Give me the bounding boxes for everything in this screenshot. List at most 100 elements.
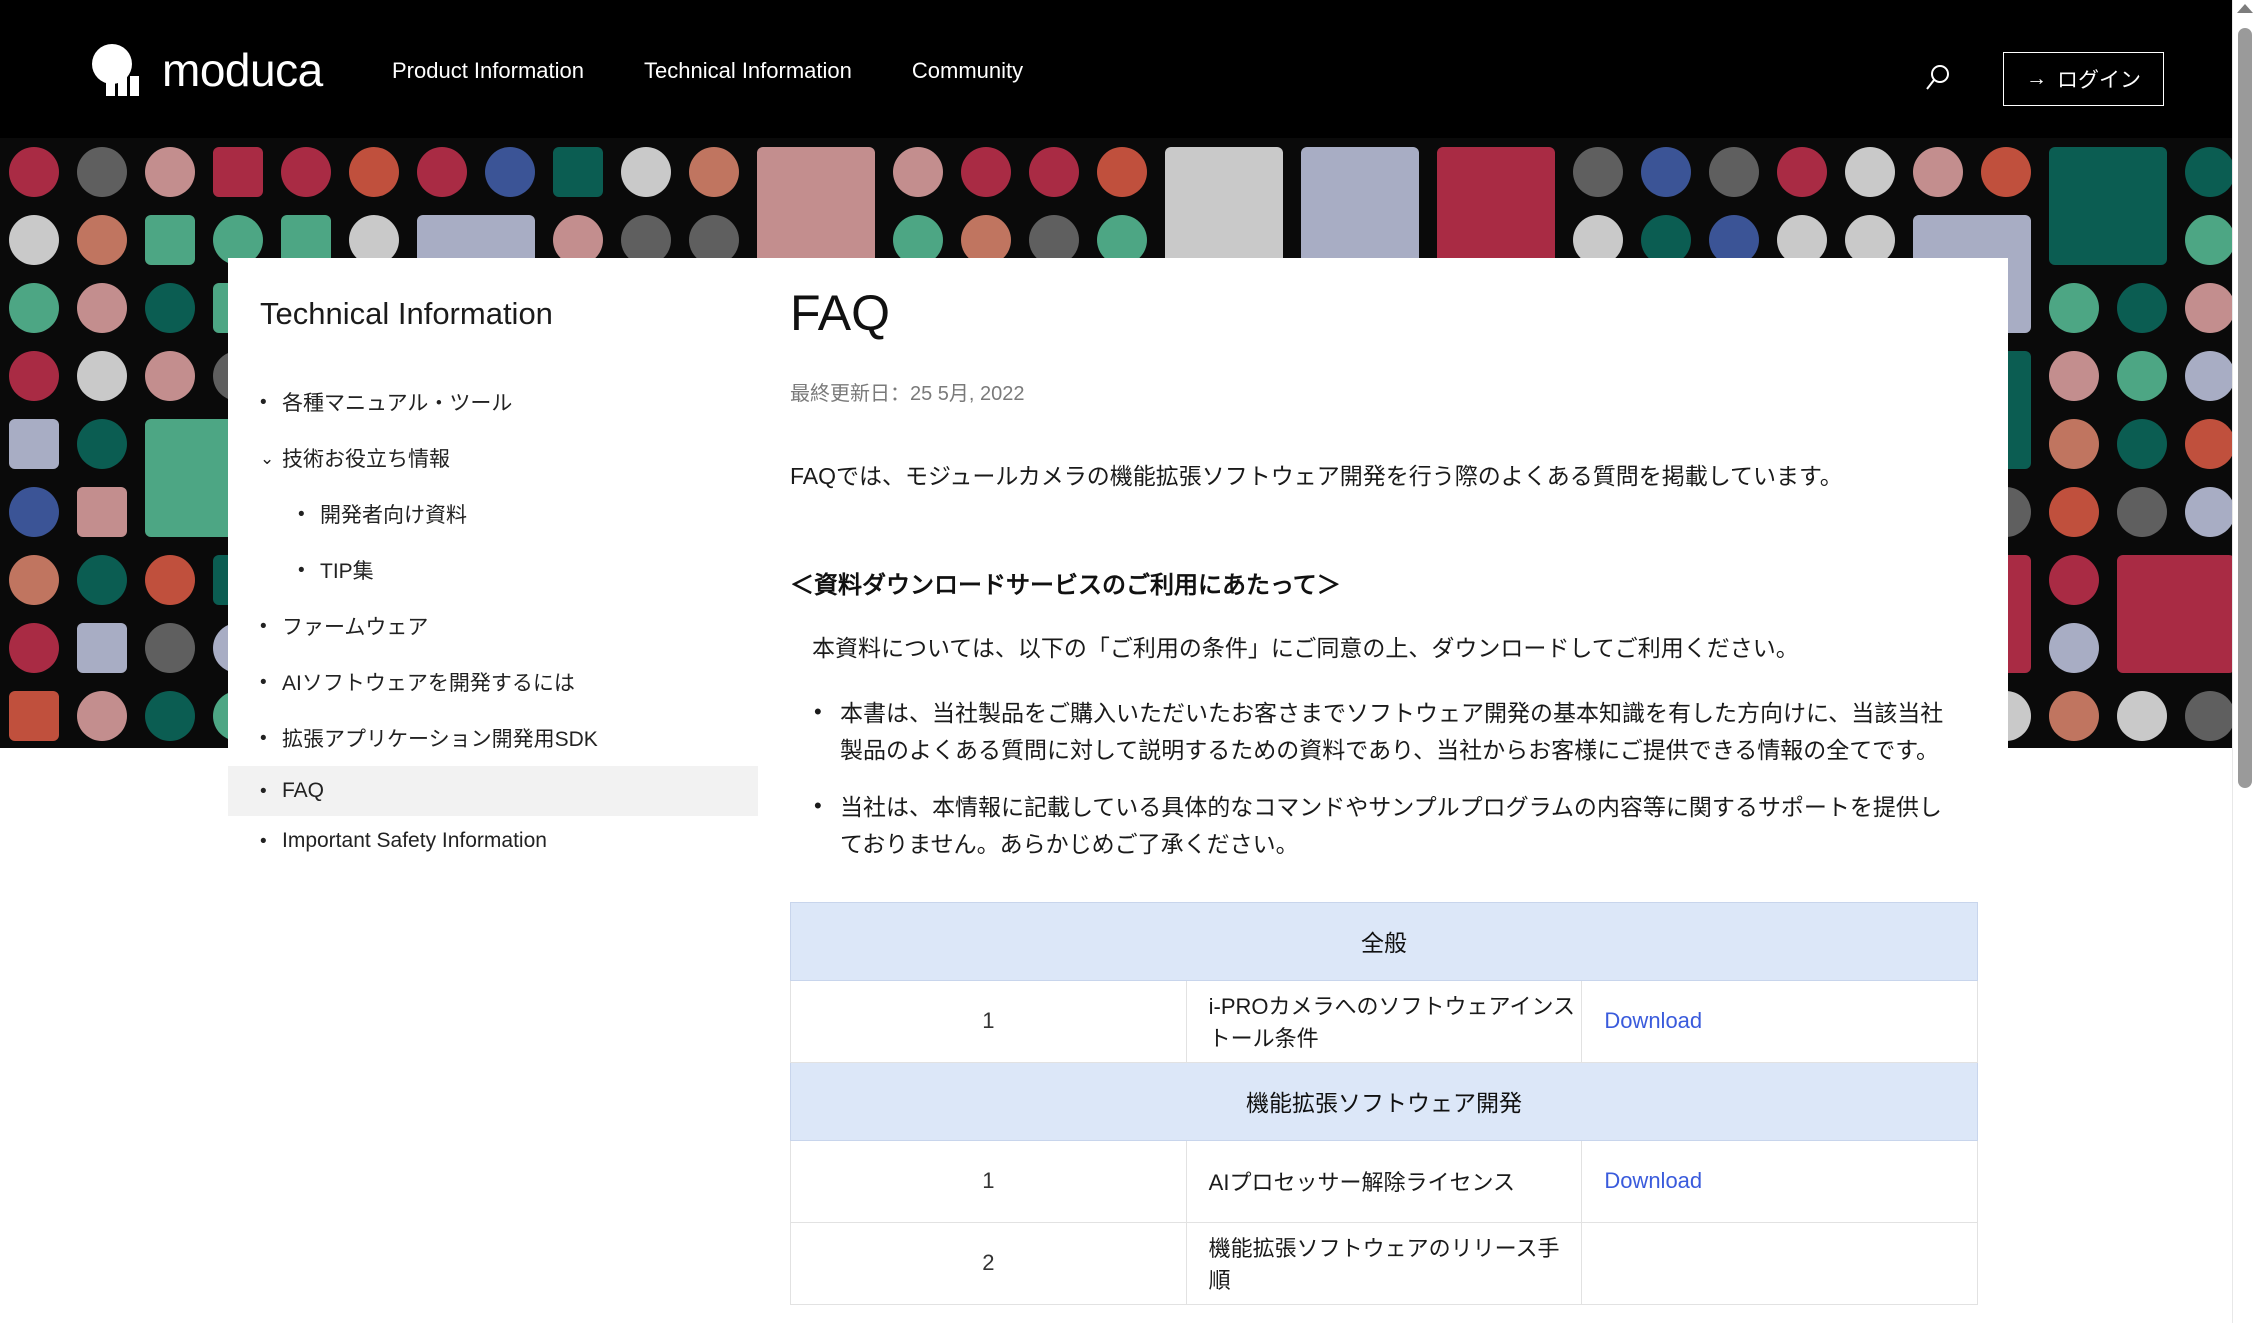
pattern-tile <box>1981 147 2031 197</box>
section-title: ＜資料ダウンロードサービスのご利用にあたって＞ <box>790 571 1341 599</box>
faq-row-number: 1 <box>790 1139 1187 1223</box>
pattern-tile <box>757 147 875 265</box>
pattern-tile <box>417 147 467 197</box>
sidebar-item-5[interactable]: • ファームウェア <box>228 598 758 654</box>
sidebar-item-1[interactable]: • 各種マニュアル・ツール <box>228 374 758 430</box>
sidebar-item-label: TIP集 <box>320 560 374 583</box>
login-button-label: ログイン <box>2057 69 2141 92</box>
pattern-tile <box>77 283 127 333</box>
login-button[interactable]: → ログイン <box>2003 52 2164 106</box>
sidebar-item-label: FAQ <box>282 779 325 802</box>
pattern-tile <box>1301 147 1419 265</box>
pattern-tile <box>2185 283 2232 333</box>
scroll-thumb[interactable] <box>2238 28 2252 788</box>
sidebar-item-3[interactable]: • 開発者向け資料 <box>228 486 758 542</box>
bullet-icon: • <box>260 727 267 749</box>
chevron-down-icon: ⌄ <box>260 448 275 468</box>
pattern-tile <box>1573 147 1623 197</box>
pattern-tile <box>1437 147 1555 265</box>
sidebar-item-label: 開発者向け資料 <box>320 504 467 527</box>
pattern-tile <box>145 623 195 673</box>
download-link[interactable]: Download <box>1604 1168 1702 1193</box>
pattern-tile <box>2185 691 2232 741</box>
pattern-tile <box>9 555 59 605</box>
scroll-up-arrow-icon[interactable] <box>2236 4 2253 13</box>
pattern-tile <box>77 623 127 673</box>
faq-group-heading: 全般 <box>790 901 1978 981</box>
pattern-tile <box>2049 487 2099 537</box>
pattern-tile <box>2185 215 2232 265</box>
pattern-tile <box>145 147 195 197</box>
vertical-scrollbar[interactable] <box>2232 0 2256 1323</box>
faq-group-heading: 機能拡張ソフトウェア開発 <box>790 1061 1978 1141</box>
pattern-tile <box>145 215 195 265</box>
sidebar-item-6[interactable]: • AIソフトウェアを開発するには <box>228 654 758 710</box>
faq-row-download-cell <box>1581 1221 1978 1305</box>
faq-row-title: i-PROカメラへのソフトウェアインストール条件 <box>1185 979 1583 1063</box>
sidebar-item-8[interactable]: • FAQ <box>228 766 758 816</box>
sidebar-item-7[interactable]: • 拡張アプリケーション開発用SDK <box>228 710 758 766</box>
pattern-tile <box>349 147 399 197</box>
pattern-tile <box>281 147 331 197</box>
faq-row-number: 2 <box>790 1221 1187 1305</box>
sidebar-item-9[interactable]: • Important Safety Information <box>228 816 758 866</box>
sidebar-item-2[interactable]: ⌄ 技術お役立ち情報 <box>228 430 758 486</box>
brand-logo[interactable]: moduca <box>92 44 323 96</box>
sidebar: Technical Information • 各種マニュアル・ツール ⌄ 技術お役立… <box>228 258 758 1323</box>
faq-table: 全般 1 i-PROカメラへのソフトウェアインストール条件 Download 機能拡張ソ… <box>790 901 1978 1305</box>
bullet-icon: • <box>260 615 267 637</box>
page-root: moduca Product Information Technical Inf… <box>0 0 2256 1323</box>
pattern-tile <box>1029 147 1079 197</box>
last-updated-text: 最終更新日：25 5月, 2022 <box>790 383 1025 405</box>
pattern-tile <box>2049 147 2167 265</box>
pattern-tile <box>2049 691 2099 741</box>
pattern-tile <box>9 691 59 741</box>
pattern-tile <box>1845 147 1895 197</box>
pattern-tile <box>689 147 739 197</box>
pattern-tile <box>2049 419 2099 469</box>
sidebar-nav-list: • 各種マニュアル・ツール ⌄ 技術お役立ち情報 • 開発者向け資料 • TIP集 • ファームウ… <box>228 374 758 866</box>
sidebar-item-label: 技術お役立ち情報 <box>282 448 450 471</box>
sidebar-item-label: Important Safety Information <box>282 829 547 852</box>
pattern-tile <box>553 147 603 197</box>
pattern-tile <box>1097 147 1147 197</box>
pattern-tile <box>77 215 127 265</box>
pattern-tile <box>77 555 127 605</box>
pattern-tile <box>9 351 59 401</box>
faq-row-download-cell: Download <box>1581 1139 1978 1223</box>
main-nav: Product Information Technical Informatio… <box>392 58 1023 84</box>
search-icon[interactable] <box>1912 52 1964 104</box>
nav-item-product-information[interactable]: Product Information <box>392 58 584 84</box>
pattern-tile <box>2049 283 2099 333</box>
bullet-icon: • <box>260 391 267 413</box>
term-item-1: 本書は、当社製品をご購入いただいたお客さまでソフトウェア開発の基本知識を有した方… <box>812 694 1948 770</box>
download-link[interactable]: Download <box>1604 1008 1702 1033</box>
faq-group-header-row: 全般 <box>790 901 1978 981</box>
pattern-tile <box>2185 147 2232 197</box>
sidebar-item-4[interactable]: • TIP集 <box>228 542 758 598</box>
pattern-tile <box>9 623 59 673</box>
pattern-tile <box>1709 147 1759 197</box>
pattern-tile <box>77 487 127 537</box>
pattern-tile <box>2117 487 2167 537</box>
pattern-tile <box>1913 147 1963 197</box>
pattern-tile <box>893 147 943 197</box>
pattern-tile <box>621 147 671 197</box>
pattern-tile <box>961 147 1011 197</box>
pattern-tile <box>9 419 59 469</box>
pattern-tile <box>213 147 263 197</box>
sidebar-item-label: 拡張アプリケーション開発用SDK <box>282 728 598 751</box>
page-title: FAQ <box>790 285 891 341</box>
nav-item-community[interactable]: Community <box>912 58 1023 84</box>
pattern-tile <box>2117 555 2232 673</box>
pattern-tile <box>2117 691 2167 741</box>
content-card: Technical Information • 各種マニュアル・ツール ⌄ 技術お役立… <box>228 258 2008 1323</box>
bullet-icon: • <box>298 559 305 581</box>
pattern-tile <box>485 147 535 197</box>
nav-item-technical-information[interactable]: Technical Information <box>644 58 852 84</box>
pattern-tile <box>1165 147 1283 265</box>
pattern-tile <box>77 691 127 741</box>
pattern-tile <box>9 283 59 333</box>
faq-group-header-row: 機能拡張ソフトウェア開発 <box>790 1061 1978 1141</box>
pattern-tile <box>77 147 127 197</box>
